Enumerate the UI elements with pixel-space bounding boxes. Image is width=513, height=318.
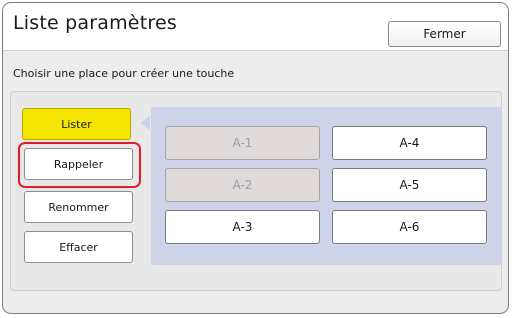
settings-list-window: Liste paramètres Fermer Choisir une plac… xyxy=(2,2,509,314)
key-a4[interactable]: A-4 xyxy=(332,126,487,160)
close-button[interactable]: Fermer xyxy=(388,21,501,47)
rename-button[interactable]: Renommer xyxy=(24,191,133,223)
list-button[interactable]: Lister xyxy=(22,108,131,140)
key-a1[interactable]: A-1 xyxy=(165,126,320,160)
window-header: Liste paramètres Fermer xyxy=(3,3,508,51)
key-a3[interactable]: A-3 xyxy=(165,210,320,244)
window-title: Liste paramètres xyxy=(13,12,177,34)
delete-button[interactable]: Effacer xyxy=(24,231,133,263)
recall-highlight-ring xyxy=(18,142,141,188)
key-a5[interactable]: A-5 xyxy=(332,168,487,202)
key-a2[interactable]: A-2 xyxy=(165,168,320,202)
instruction-text: Choisir une place pour créer une touche xyxy=(13,67,235,80)
selection-pointer xyxy=(140,116,150,130)
key-a6[interactable]: A-6 xyxy=(332,210,487,244)
